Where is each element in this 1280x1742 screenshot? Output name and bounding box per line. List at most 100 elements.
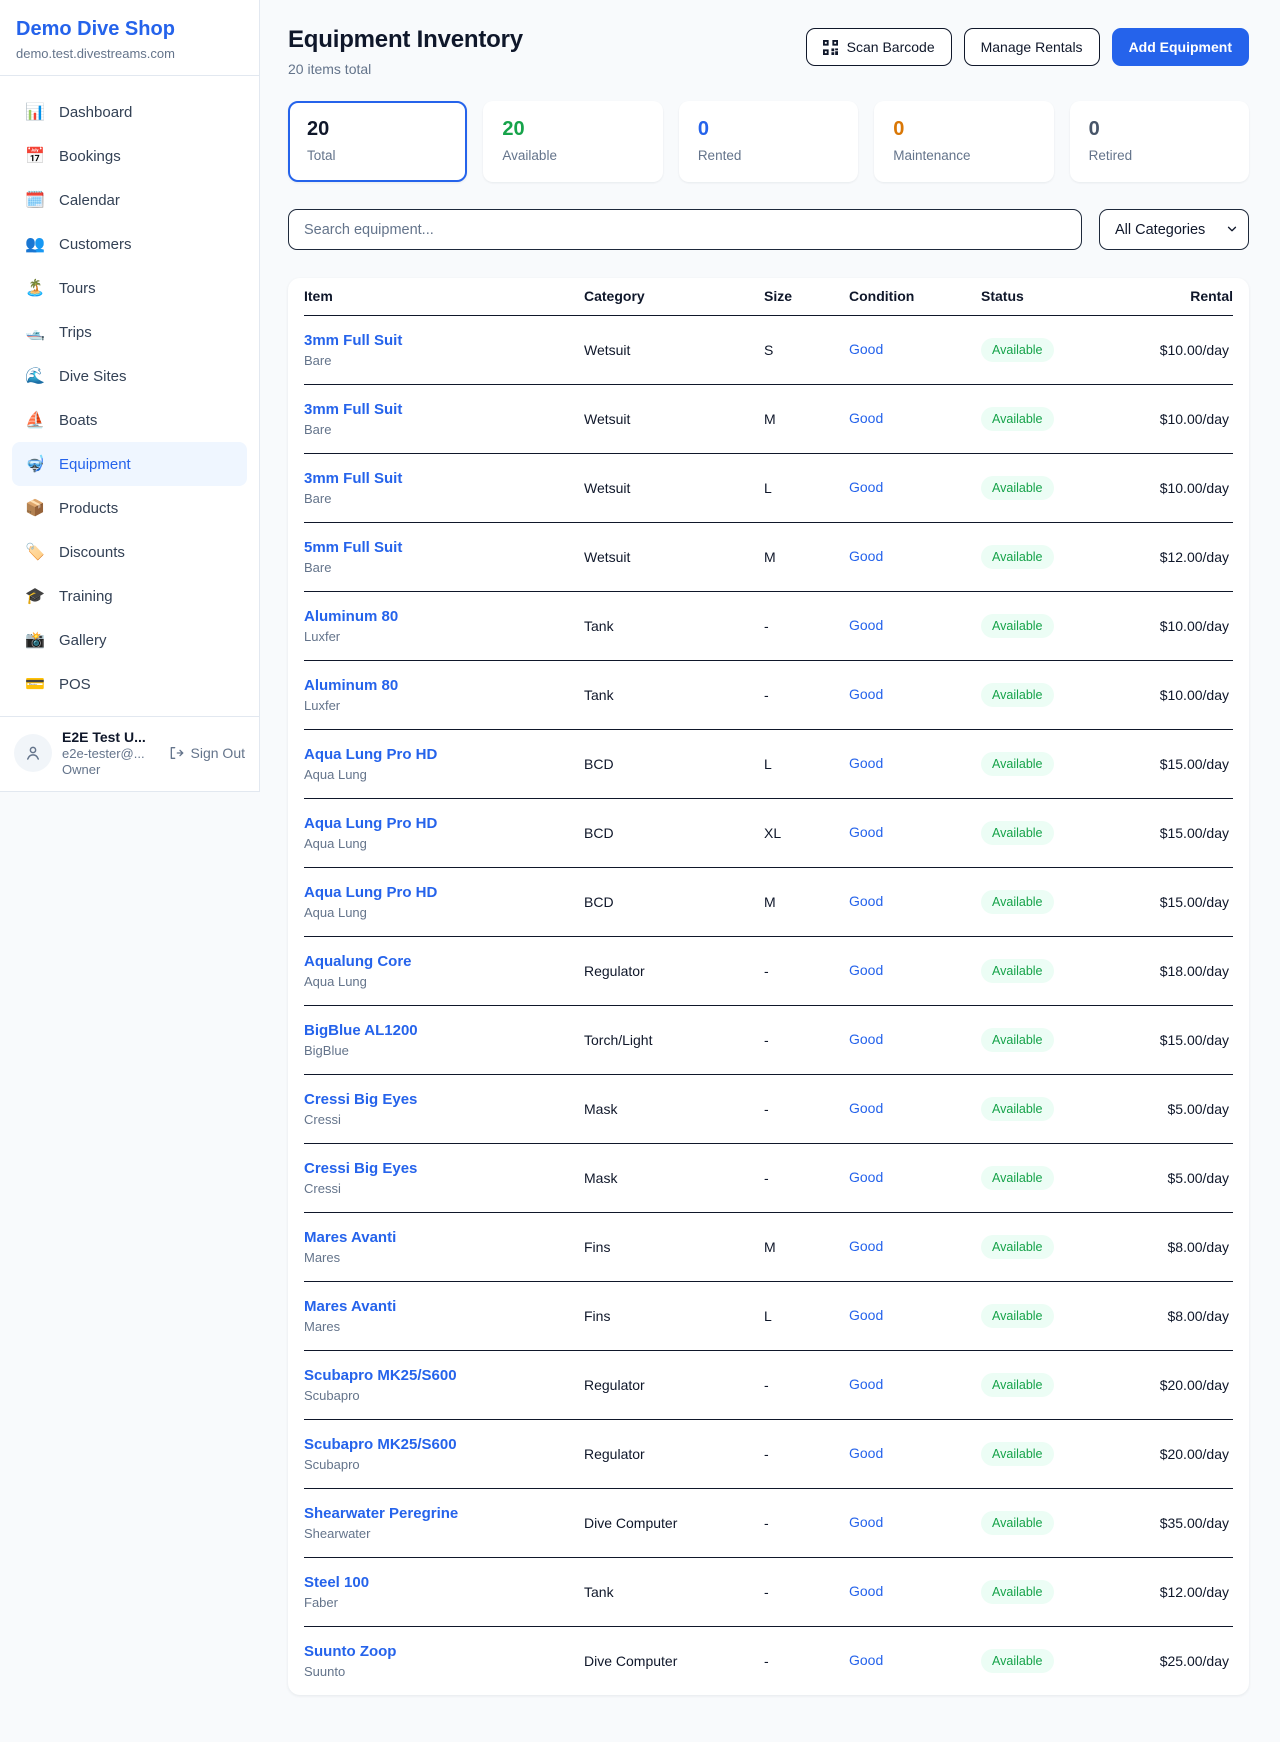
item-condition-link[interactable]: Good: [849, 1376, 883, 1392]
item-name-link[interactable]: Aqua Lung Pro HD: [304, 884, 580, 901]
manage-rentals-label: Manage Rentals: [981, 39, 1083, 55]
item-condition-link[interactable]: Good: [849, 341, 883, 357]
scan-barcode-button[interactable]: Scan Barcode: [806, 28, 952, 66]
sidebar-item-products[interactable]: 📦Products: [12, 486, 247, 530]
item-condition-link[interactable]: Good: [849, 1583, 883, 1599]
item-name-link[interactable]: BigBlue AL1200: [304, 1022, 580, 1039]
sidebar-item-equipment[interactable]: 🤿Equipment: [12, 442, 247, 486]
item-brand: Mares: [304, 1250, 580, 1265]
sidebar-item-label: Boats: [59, 412, 97, 429]
item-category: Tank: [584, 591, 764, 660]
category-select[interactable]: All Categories: [1099, 209, 1249, 250]
title-block: Equipment Inventory 20 items total: [288, 26, 523, 77]
item-size: -: [764, 1074, 849, 1143]
stats-row: 20Total20Available0Rented0Maintenance0Re…: [288, 101, 1249, 182]
sidebar-item-pos[interactable]: 💳POS: [12, 662, 247, 706]
item-brand: Bare: [304, 491, 580, 506]
item-name-link[interactable]: Mares Avanti: [304, 1298, 580, 1315]
item-condition-link[interactable]: Good: [849, 962, 883, 978]
sidebar-item-dashboard[interactable]: 📊Dashboard: [12, 90, 247, 134]
sidebar-item-trips[interactable]: 🛥️Trips: [12, 310, 247, 354]
item-category: Tank: [584, 1557, 764, 1626]
item-name-link[interactable]: Aqualung Core: [304, 953, 580, 970]
item-brand: Faber: [304, 1595, 580, 1610]
sidebar-item-training[interactable]: 🎓Training: [12, 574, 247, 618]
sign-out-button[interactable]: Sign Out: [168, 745, 245, 761]
status-badge: Available: [981, 1442, 1054, 1466]
status-badge: Available: [981, 752, 1054, 776]
stat-card-retired[interactable]: 0Retired: [1070, 101, 1249, 182]
item-size: -: [764, 660, 849, 729]
status-badge: Available: [981, 1235, 1054, 1259]
sidebar-item-gallery[interactable]: 📸Gallery: [12, 618, 247, 662]
search-input[interactable]: [288, 209, 1082, 250]
item-condition-link[interactable]: Good: [849, 1652, 883, 1668]
item-rental: $10.00/day: [1141, 384, 1233, 453]
item-name-link[interactable]: Cressi Big Eyes: [304, 1160, 580, 1177]
stat-value: 0: [698, 118, 839, 141]
table-header: ItemCategorySizeConditionStatusRental: [304, 278, 1233, 315]
item-name-link[interactable]: Cressi Big Eyes: [304, 1091, 580, 1108]
item-name-link[interactable]: Scubapro MK25/S600: [304, 1436, 580, 1453]
manage-rentals-button[interactable]: Manage Rentals: [964, 28, 1100, 66]
stat-card-maintenance[interactable]: 0Maintenance: [874, 101, 1053, 182]
brand-domain: demo.test.divestreams.com: [16, 46, 243, 61]
item-condition-link[interactable]: Good: [849, 893, 883, 909]
sidebar-item-dive-sites[interactable]: 🌊Dive Sites: [12, 354, 247, 398]
item-name-link[interactable]: Suunto Zoop: [304, 1643, 580, 1660]
item-condition-link[interactable]: Good: [849, 1307, 883, 1323]
sidebar-item-customers[interactable]: 👥Customers: [12, 222, 247, 266]
header-actions: Scan Barcode Manage Rentals Add Equipmen…: [806, 28, 1249, 66]
user-name: E2E Test U...: [62, 729, 158, 745]
sidebar-item-boats[interactable]: ⛵Boats: [12, 398, 247, 442]
item-name-link[interactable]: Aqua Lung Pro HD: [304, 746, 580, 763]
item-condition-link[interactable]: Good: [849, 617, 883, 633]
sidebar-item-label: Equipment: [59, 456, 131, 473]
item-condition-link[interactable]: Good: [849, 1031, 883, 1047]
item-condition-link[interactable]: Good: [849, 755, 883, 771]
island-icon: 🏝️: [24, 278, 46, 298]
item-name-link[interactable]: Mares Avanti: [304, 1229, 580, 1246]
item-name-link[interactable]: Shearwater Peregrine: [304, 1505, 580, 1522]
item-condition-link[interactable]: Good: [849, 1169, 883, 1185]
sidebar-item-bookings[interactable]: 📅Bookings: [12, 134, 247, 178]
item-condition-link[interactable]: Good: [849, 1238, 883, 1254]
item-name-link[interactable]: Aqua Lung Pro HD: [304, 815, 580, 832]
item-category: Wetsuit: [584, 453, 764, 522]
wave-icon: 🌊: [24, 366, 46, 386]
item-size: M: [764, 384, 849, 453]
stat-card-total[interactable]: 20Total: [288, 101, 467, 182]
item-name-link[interactable]: Steel 100: [304, 1574, 580, 1591]
item-condition-link[interactable]: Good: [849, 1445, 883, 1461]
stat-value: 0: [893, 118, 1034, 141]
stat-card-rented[interactable]: 0Rented: [679, 101, 858, 182]
sidebar-item-calendar[interactable]: 🗓️Calendar: [12, 178, 247, 222]
item-name-link[interactable]: Aluminum 80: [304, 608, 580, 625]
item-brand: Bare: [304, 353, 580, 368]
item-condition-link[interactable]: Good: [849, 410, 883, 426]
brand-name[interactable]: Demo Dive Shop: [16, 18, 243, 41]
add-equipment-button[interactable]: Add Equipment: [1112, 28, 1249, 66]
item-condition-link[interactable]: Good: [849, 1514, 883, 1530]
item-condition-link[interactable]: Good: [849, 1100, 883, 1116]
item-name-link[interactable]: 3mm Full Suit: [304, 401, 580, 418]
item-condition-link[interactable]: Good: [849, 479, 883, 495]
item-condition-link[interactable]: Good: [849, 548, 883, 564]
item-category: Dive Computer: [584, 1488, 764, 1557]
item-rental: $20.00/day: [1141, 1350, 1233, 1419]
item-name-link[interactable]: 3mm Full Suit: [304, 332, 580, 349]
column-header-status: Status: [981, 278, 1141, 315]
stat-value: 20: [307, 118, 448, 141]
item-condition-link[interactable]: Good: [849, 686, 883, 702]
item-name-link[interactable]: Scubapro MK25/S600: [304, 1367, 580, 1384]
item-name-link[interactable]: 5mm Full Suit: [304, 539, 580, 556]
item-condition-link[interactable]: Good: [849, 824, 883, 840]
stat-card-available[interactable]: 20Available: [483, 101, 662, 182]
sidebar-item-discounts[interactable]: 🏷️Discounts: [12, 530, 247, 574]
barcode-icon: [823, 40, 838, 55]
sidebar-item-tours[interactable]: 🏝️Tours: [12, 266, 247, 310]
item-name-link[interactable]: 3mm Full Suit: [304, 470, 580, 487]
item-rental: $35.00/day: [1141, 1488, 1233, 1557]
item-name-link[interactable]: Aluminum 80: [304, 677, 580, 694]
item-brand: Aqua Lung: [304, 905, 580, 920]
